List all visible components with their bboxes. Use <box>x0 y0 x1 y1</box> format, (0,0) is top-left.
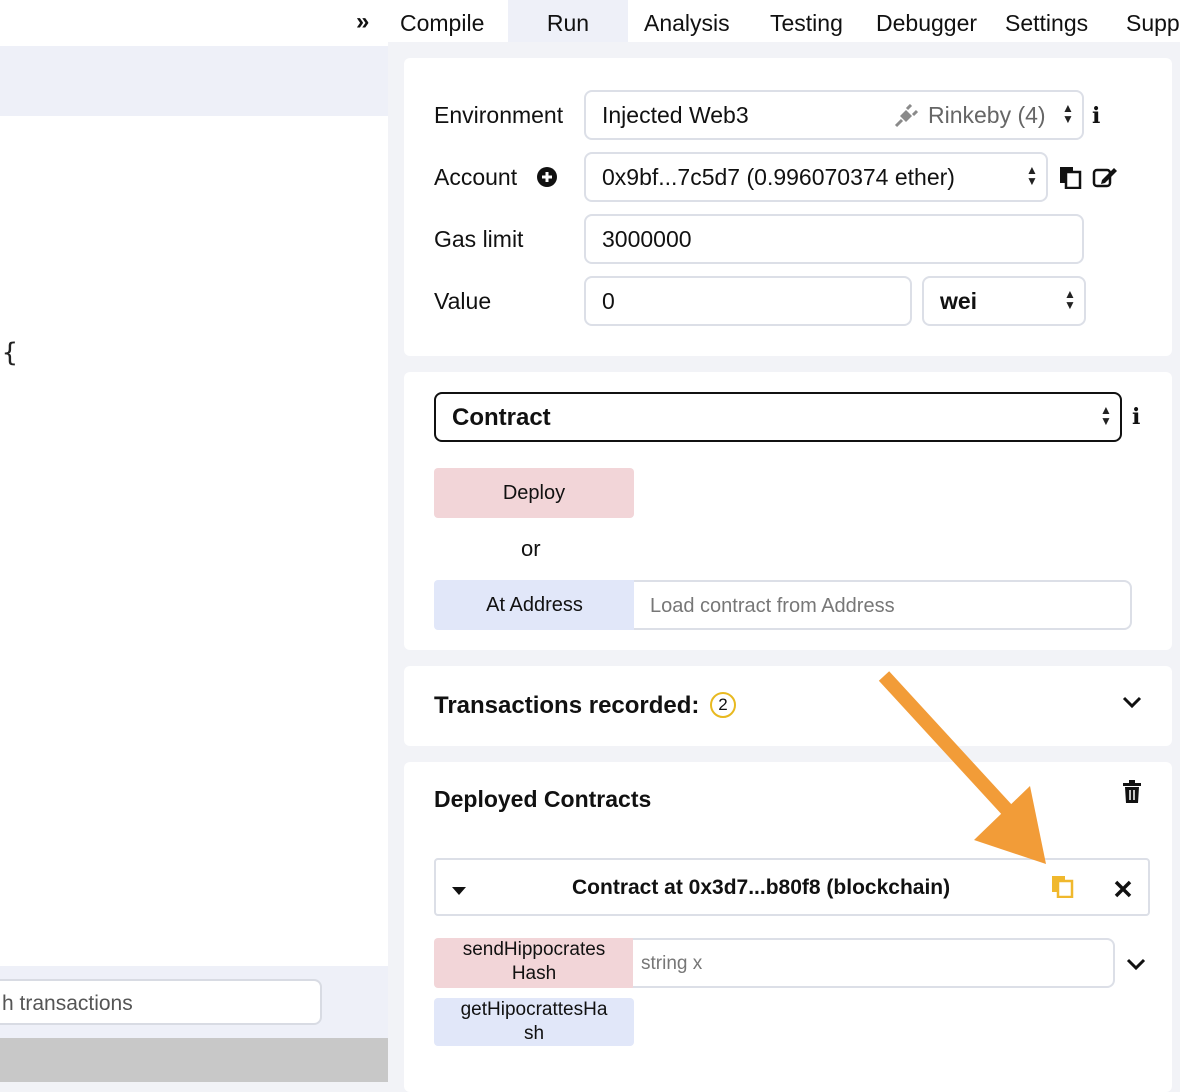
transactions-label: Transactions recorded: <box>434 692 700 719</box>
environment-label: Environment <box>434 102 564 128</box>
caret-down-icon[interactable] <box>452 884 466 902</box>
copy-address-icon[interactable] <box>1050 874 1074 903</box>
editor-pane: { h transactions <box>0 0 388 1082</box>
deployed-contracts-title: Deployed Contracts <box>434 786 652 812</box>
contract-value: Contract <box>452 404 551 431</box>
info-icon[interactable]: i <box>1132 404 1140 430</box>
info-icon[interactable]: i <box>1092 103 1100 129</box>
tab-support[interactable]: Supp <box>1126 0 1180 42</box>
double-chevron-right-icon[interactable]: » <box>356 8 369 36</box>
select-arrows-icon: ▲ ▼ <box>1026 163 1038 188</box>
close-icon[interactable] <box>1114 880 1132 903</box>
function-button-get-hipocrattes-hash[interactable]: getHipocrattesHa sh <box>434 998 634 1046</box>
function-input-send-hippocrates-hash[interactable]: string x <box>633 938 1115 988</box>
deploy-button[interactable]: Deploy <box>434 468 634 518</box>
annotation-arrow-icon <box>878 671 1046 864</box>
select-arrows-icon: ▲ ▼ <box>1062 101 1074 126</box>
plus-circle-icon[interactable] <box>536 166 558 193</box>
tab-settings[interactable]: Settings <box>1005 0 1088 42</box>
trash-icon[interactable] <box>1122 780 1142 809</box>
function-label-line2: Hash <box>511 963 557 984</box>
select-arrows-icon: ▲ ▼ <box>1100 403 1112 428</box>
edit-icon[interactable] <box>1092 166 1118 193</box>
gas-limit-label: Gas limit <box>434 226 524 252</box>
value-label: Value <box>434 288 492 314</box>
transactions-count-badge: 2 <box>710 692 736 718</box>
tab-testing[interactable]: Testing <box>770 0 843 42</box>
value-input[interactable]: 0 <box>584 276 912 326</box>
function-label-line1: sendHippocrates <box>462 939 606 960</box>
account-value: 0x9bf...7c5d7 (0.996070374 ether) <box>602 164 955 190</box>
function-label-line1: getHipocrattesHa <box>460 999 608 1020</box>
chevron-down-icon[interactable] <box>1126 958 1146 977</box>
function-label-line2: sh <box>523 1023 545 1044</box>
network-label: Rinkeby (4) <box>928 102 1046 128</box>
at-address-button[interactable]: At Address <box>434 580 635 630</box>
tab-compile[interactable]: Compile <box>400 0 484 42</box>
chevron-down-icon[interactable] <box>1122 696 1142 715</box>
plug-icon <box>892 103 919 133</box>
function-button-send-hippocrates-hash[interactable]: sendHippocrates Hash <box>434 938 634 988</box>
terminal-body <box>0 1038 388 1082</box>
contract-instance-title: Contract at 0x3d7...b80f8 (blockchain) <box>572 876 951 899</box>
contract-select[interactable]: Contract <box>434 392 1122 442</box>
transaction-search-input[interactable]: h transactions <box>0 979 322 1025</box>
copy-icon[interactable] <box>1058 165 1082 194</box>
value-unit-select[interactable]: wei <box>922 276 1086 326</box>
plugin-tabs: Compile Run Analysis Testing Debugger Se… <box>388 0 1180 42</box>
editor-tabbar <box>0 0 388 46</box>
select-arrows-icon: ▲ ▼ <box>1064 287 1076 312</box>
at-address-input[interactable]: Load contract from Address <box>634 580 1132 630</box>
tab-run[interactable]: Run <box>508 0 628 42</box>
code-brace: { <box>2 338 18 368</box>
tab-analysis[interactable]: Analysis <box>644 0 730 42</box>
tab-debugger[interactable]: Debugger <box>876 0 977 42</box>
or-label: or <box>521 536 541 561</box>
environment-value: Injected Web3 <box>602 102 749 128</box>
value-unit: wei <box>940 288 978 314</box>
gas-limit-input[interactable]: 3000000 <box>584 214 1084 264</box>
editor-toolbar <box>0 46 388 116</box>
account-label: Account <box>434 164 518 190</box>
account-select[interactable]: 0x9bf...7c5d7 (0.996070374 ether) <box>584 152 1048 202</box>
